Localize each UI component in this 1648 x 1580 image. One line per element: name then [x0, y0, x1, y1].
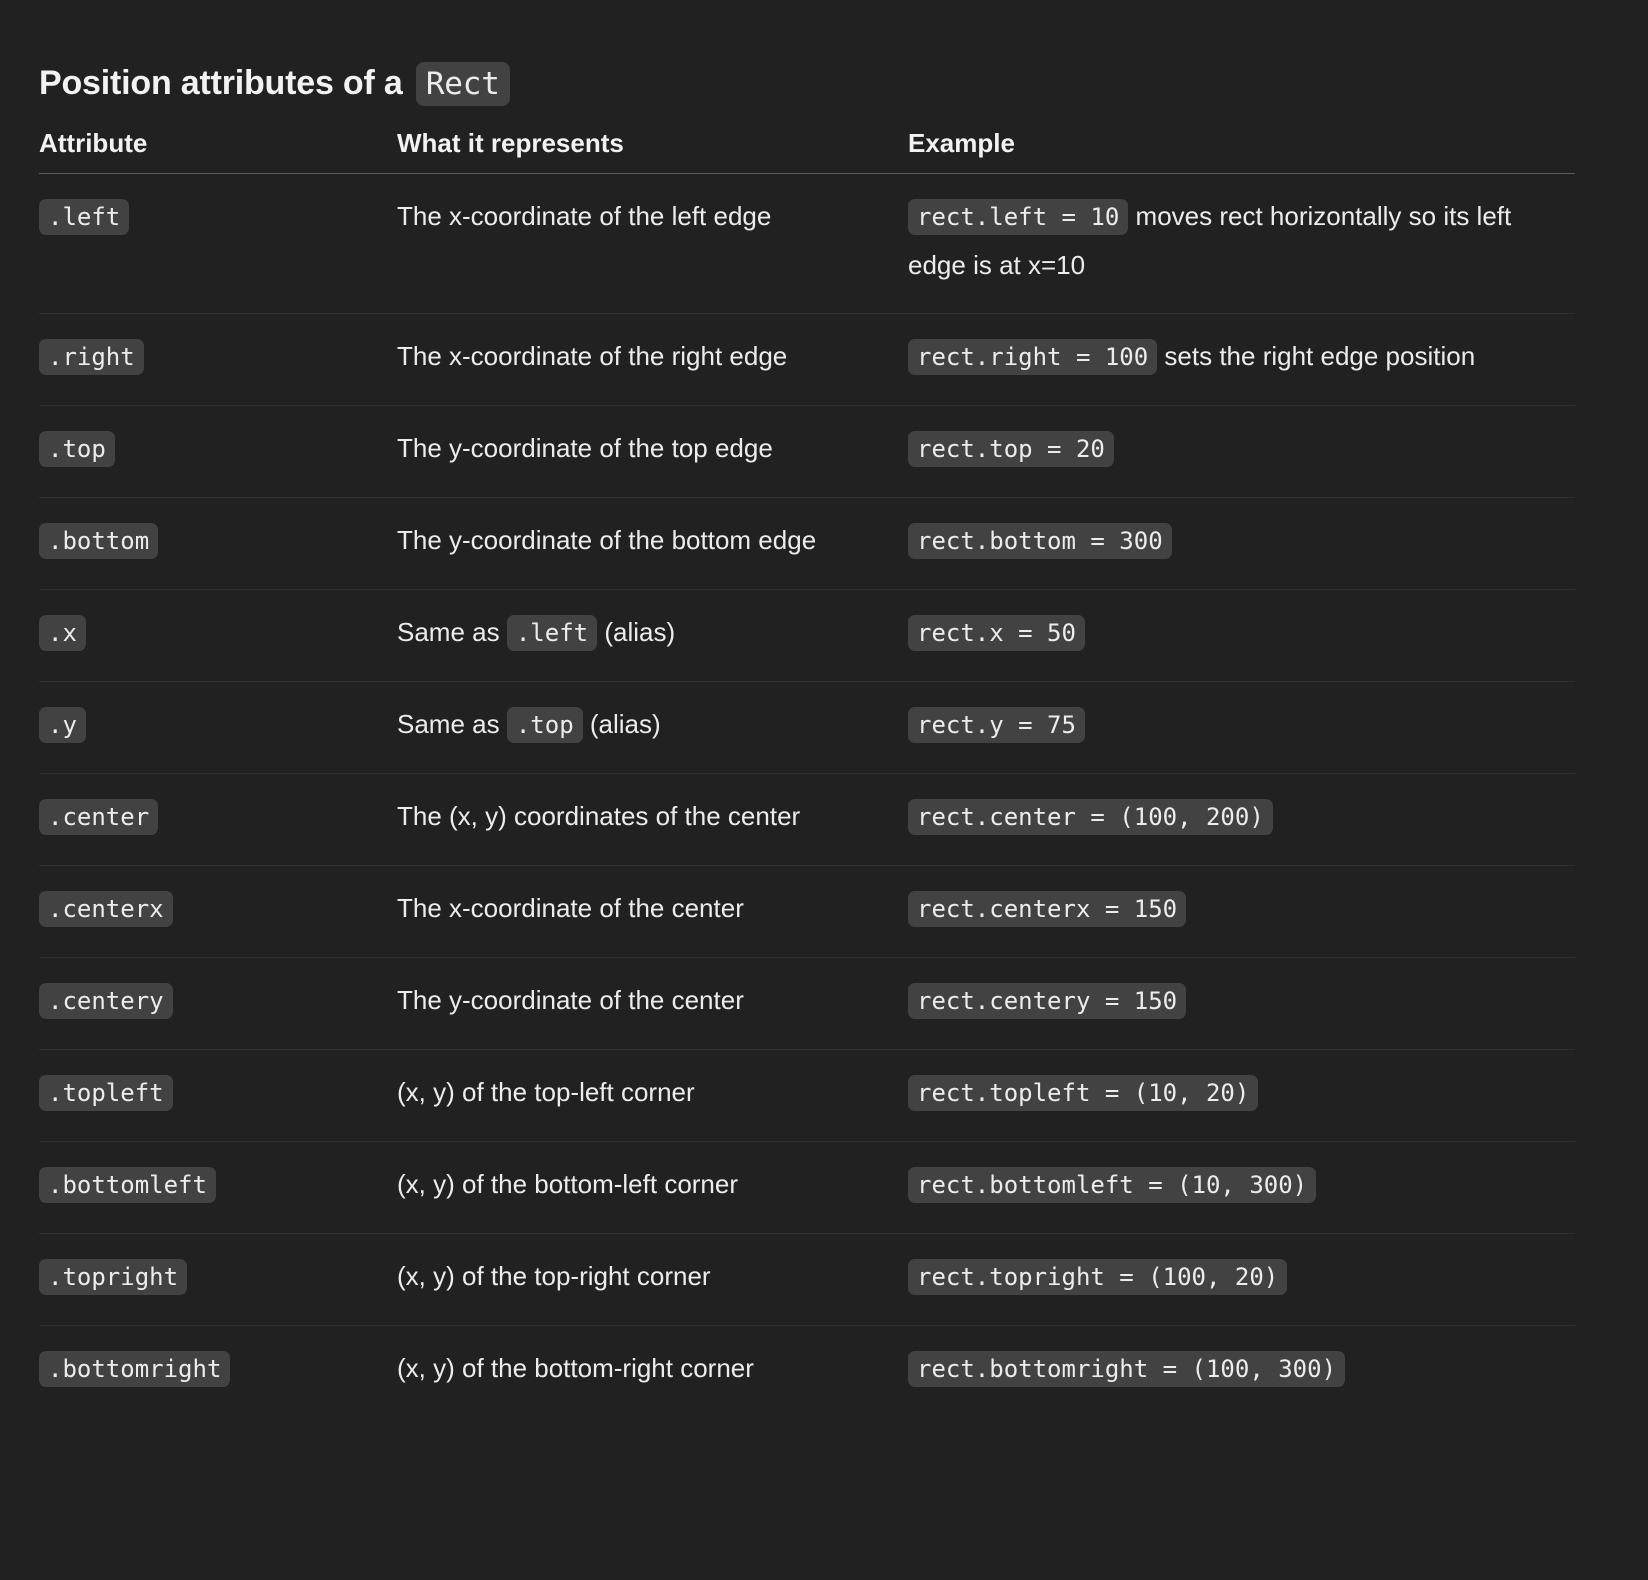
- example-code: rect.top = 20: [908, 431, 1114, 467]
- example-code: rect.bottomleft = (10, 300): [908, 1167, 1317, 1203]
- meaning-code: .left: [506, 615, 598, 651]
- attribute-cell: .x: [39, 589, 397, 682]
- meaning-cell: (x, y) of the bottom-right corner: [397, 1353, 754, 1383]
- meaning-cell: The x-coordinate of the right edge: [397, 313, 908, 406]
- example-code: rect.left = 10: [908, 199, 1129, 235]
- example-cell: rect.topleft = (10, 20): [908, 1049, 1575, 1142]
- meaning-cell: (x, y) of the top-right corner: [397, 1233, 908, 1326]
- example-cell: rect.left = 10 moves rect horizontally s…: [908, 173, 1575, 314]
- table-row: .centery The y-coordinate of the center …: [39, 957, 1575, 1050]
- attribute-code: .x: [39, 615, 86, 651]
- meaning-suffix: (alias): [604, 617, 676, 647]
- attribute-cell: .bottom: [39, 497, 397, 590]
- meaning-cell: Same as .top (alias): [397, 681, 908, 774]
- example-text: sets the right edge position: [1164, 341, 1476, 371]
- table-row: .bottomleft (x, y) of the bottom-left co…: [39, 1141, 1575, 1234]
- example-cell: rect.centerx = 150: [908, 865, 1575, 958]
- table-row: .bottom The y-coordinate of the bottom e…: [39, 497, 1575, 590]
- example-code: rect.x = 50: [908, 615, 1085, 651]
- example-code: rect.topright = (100, 20): [908, 1259, 1288, 1295]
- attribute-cell: .topright: [39, 1233, 397, 1326]
- attribute-code: .bottomright: [39, 1351, 231, 1387]
- column-header-attribute: Attribute: [39, 127, 397, 174]
- example-code: rect.bottomright = (100, 300): [908, 1351, 1346, 1387]
- attribute-cell: .centery: [39, 957, 397, 1050]
- attributes-table: Attribute What it represents Example .le…: [39, 127, 1575, 1417]
- table-row: .right The x-coordinate of the right edg…: [39, 313, 1575, 406]
- table-row: .bottomright (x, y) of the bottom-right …: [39, 1326, 1575, 1418]
- column-header-example: Example: [908, 127, 1575, 174]
- table-row: .center The (x, y) coordinates of the ce…: [39, 773, 1575, 866]
- attribute-code: .y: [39, 707, 86, 743]
- attribute-code: .topleft: [39, 1075, 173, 1111]
- meaning-cell: (x, y) of the top-left corner: [397, 1049, 908, 1142]
- example-code: rect.bottom = 300: [908, 523, 1172, 559]
- example-code: rect.centery = 150: [908, 983, 1187, 1019]
- meaning-suffix: (alias): [589, 709, 661, 739]
- attribute-cell: .topleft: [39, 1049, 397, 1142]
- attribute-cell: .centerx: [39, 865, 397, 958]
- meaning-cell: The (x, y) coordinates of the center: [397, 773, 908, 866]
- example-cell: rect.centery = 150: [908, 957, 1575, 1050]
- example-code: rect.right = 100: [908, 339, 1158, 375]
- attribute-cell: .bottomright: [39, 1326, 397, 1418]
- meaning-cell: The y-coordinate of the bottom edge: [397, 497, 908, 590]
- attribute-code: .centery: [39, 983, 173, 1019]
- attribute-code: .right: [39, 339, 144, 375]
- heading-code: Rect: [415, 62, 510, 106]
- table-body: .left The x-coordinate of the left edge …: [39, 173, 1575, 1418]
- attribute-cell: .top: [39, 405, 397, 498]
- example-cell: rect.right = 100 sets the right edge pos…: [908, 313, 1575, 406]
- attribute-cell: .center: [39, 773, 397, 866]
- example-code: rect.centerx = 150: [908, 891, 1187, 927]
- example-cell: rect.topright = (100, 20): [908, 1233, 1575, 1326]
- example-cell: rect.y = 75: [908, 681, 1575, 774]
- attribute-cell: .right: [39, 313, 397, 406]
- table-row: .left The x-coordinate of the left edge …: [39, 173, 1575, 314]
- meaning-code: .top: [506, 707, 583, 743]
- example-cell: rect.bottomleft = (10, 300): [908, 1141, 1575, 1234]
- attribute-cell: .y: [39, 681, 397, 774]
- meaning-prefix: Same as: [397, 709, 500, 739]
- example-cell: rect.top = 20: [908, 405, 1575, 498]
- attribute-code: .top: [39, 431, 115, 467]
- document: Position attributes of a Rect Attribute …: [39, 58, 1575, 1417]
- table-row: .topleft (x, y) of the top-left corner r…: [39, 1049, 1575, 1142]
- attribute-code: .bottom: [39, 523, 159, 559]
- heading-text: Position attributes of a: [39, 64, 403, 102]
- table-row: .topright (x, y) of the top-right corner…: [39, 1233, 1575, 1326]
- attribute-code: .center: [39, 799, 159, 835]
- example-cell: rect.x = 50: [908, 589, 1575, 682]
- section-heading: Position attributes of a Rect: [39, 58, 1575, 109]
- attribute-code: .bottomleft: [39, 1167, 216, 1203]
- attribute-code: .centerx: [39, 891, 173, 927]
- table-row: .top The y-coordinate of the top edge re…: [39, 405, 1575, 498]
- example-code: rect.topleft = (10, 20): [908, 1075, 1259, 1111]
- meaning-cell: Same as .left (alias): [397, 589, 908, 682]
- header-row: Attribute What it represents Example: [39, 127, 1575, 174]
- meaning-cell: The y-coordinate of the center: [397, 957, 908, 1050]
- meaning-cell: The x-coordinate of the center: [397, 865, 908, 958]
- attribute-code: .topright: [39, 1259, 188, 1295]
- meaning-cell: The y-coordinate of the top edge: [397, 405, 908, 498]
- table-header: Attribute What it represents Example: [39, 127, 1575, 174]
- meaning-prefix: Same as: [397, 617, 500, 647]
- table-row: .centerx The x-coordinate of the center …: [39, 865, 1575, 958]
- column-header-meaning: What it represents: [397, 127, 908, 174]
- attribute-cell: .left: [39, 173, 397, 314]
- table-row: .x Same as .left (alias) rect.x = 50: [39, 589, 1575, 682]
- example-cell: rect.bottom = 300: [908, 497, 1575, 590]
- meaning-cell: The x-coordinate of the left edge: [397, 173, 908, 314]
- meaning-cell: (x, y) of the bottom-left corner: [397, 1141, 908, 1234]
- example-cell: rect.center = (100, 200): [908, 773, 1575, 866]
- example-code: rect.y = 75: [908, 707, 1085, 743]
- example-cell: rect.bottomright = (100, 300): [908, 1326, 1575, 1418]
- attribute-cell: .bottomleft: [39, 1141, 397, 1234]
- example-code: rect.center = (100, 200): [908, 799, 1273, 835]
- attribute-code: .left: [39, 199, 130, 235]
- table-row: .y Same as .top (alias) rect.y = 75: [39, 681, 1575, 774]
